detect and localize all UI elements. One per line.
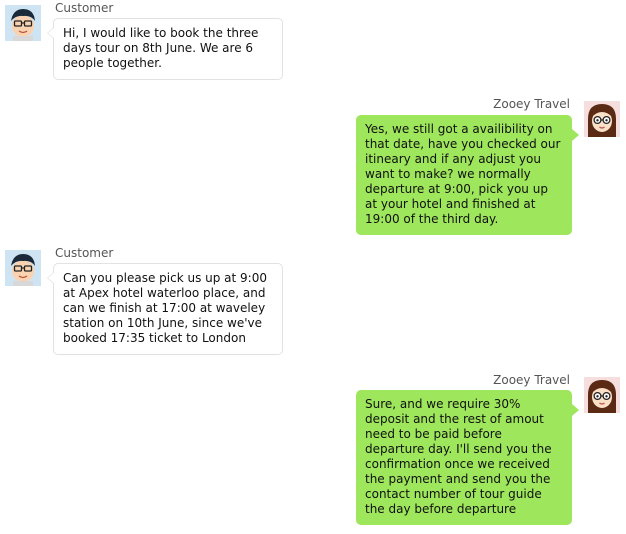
sender-name: Customer [55,246,114,260]
girl-with-glasses-avatar-icon [584,377,620,413]
message-bubble: Yes, we still got a availibility on that… [356,115,579,235]
sender-name: Zooey Travel [493,373,570,387]
boy-avatar-icon [5,250,41,286]
girl-with-glasses-avatar-icon [584,101,620,137]
sender-name: Customer [55,1,114,15]
sender-name: Zooey Travel [493,97,570,111]
boy-avatar-icon [5,5,41,41]
message-bubble: Can you please pick us up at 9:00 at Ape… [47,263,283,355]
message-bubble: Hi, I would like to book the three days … [47,18,283,80]
message-bubble: Sure, and we require 30% deposit and the… [356,390,579,525]
